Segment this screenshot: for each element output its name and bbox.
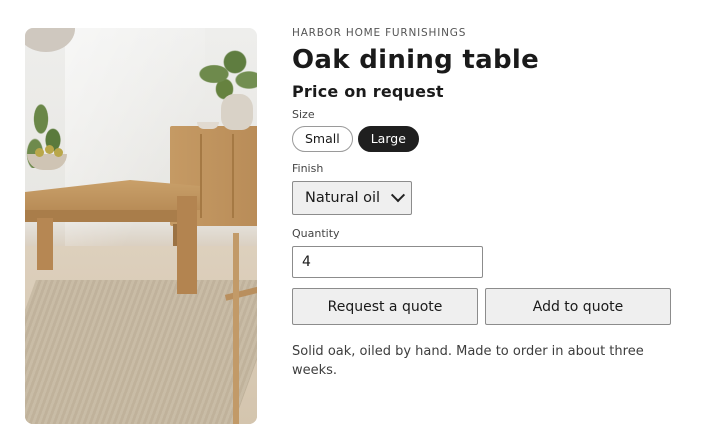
brand-name: HARBOR HOME FURNISHINGS — [292, 27, 467, 39]
quantity-input[interactable] — [292, 246, 483, 278]
action-buttons: Request a quote Add to quote — [292, 288, 672, 325]
plant-sideboard — [193, 44, 257, 104]
quantity-label: Quantity — [292, 227, 340, 240]
chevron-down-icon — [390, 188, 406, 203]
product-info: HARBOR HOME FURNISHINGS Oak dining table… — [292, 26, 672, 380]
fruit — [54, 148, 63, 157]
table-leg — [37, 218, 53, 270]
size-option-small[interactable]: Small — [292, 126, 353, 152]
size-option-large[interactable]: Large — [357, 126, 419, 152]
size-label: Size — [292, 108, 315, 121]
fruit — [45, 145, 54, 154]
request-quote-button[interactable]: Request a quote — [292, 288, 478, 325]
finish-selected-value: Natural oil — [305, 190, 381, 206]
rug — [25, 280, 257, 424]
finish-label: Finish — [292, 162, 324, 175]
finish-select[interactable]: Natural oil — [292, 181, 412, 215]
product-page: HARBOR HOME FURNISHINGS Oak dining table… — [0, 0, 720, 440]
product-price: Price on request — [292, 82, 444, 101]
product-image — [25, 28, 257, 424]
product-title: Oak dining table — [292, 45, 540, 75]
table-leg — [177, 196, 197, 294]
product-description: Solid oak, oiled by hand. Made to order … — [292, 344, 644, 378]
fruit — [35, 148, 44, 157]
small-bowl — [197, 122, 219, 129]
chair — [233, 233, 257, 424]
add-to-quote-button[interactable]: Add to quote — [485, 288, 671, 325]
table-top — [25, 180, 200, 210]
size-options: Small Large — [292, 126, 672, 152]
vase — [221, 94, 253, 130]
